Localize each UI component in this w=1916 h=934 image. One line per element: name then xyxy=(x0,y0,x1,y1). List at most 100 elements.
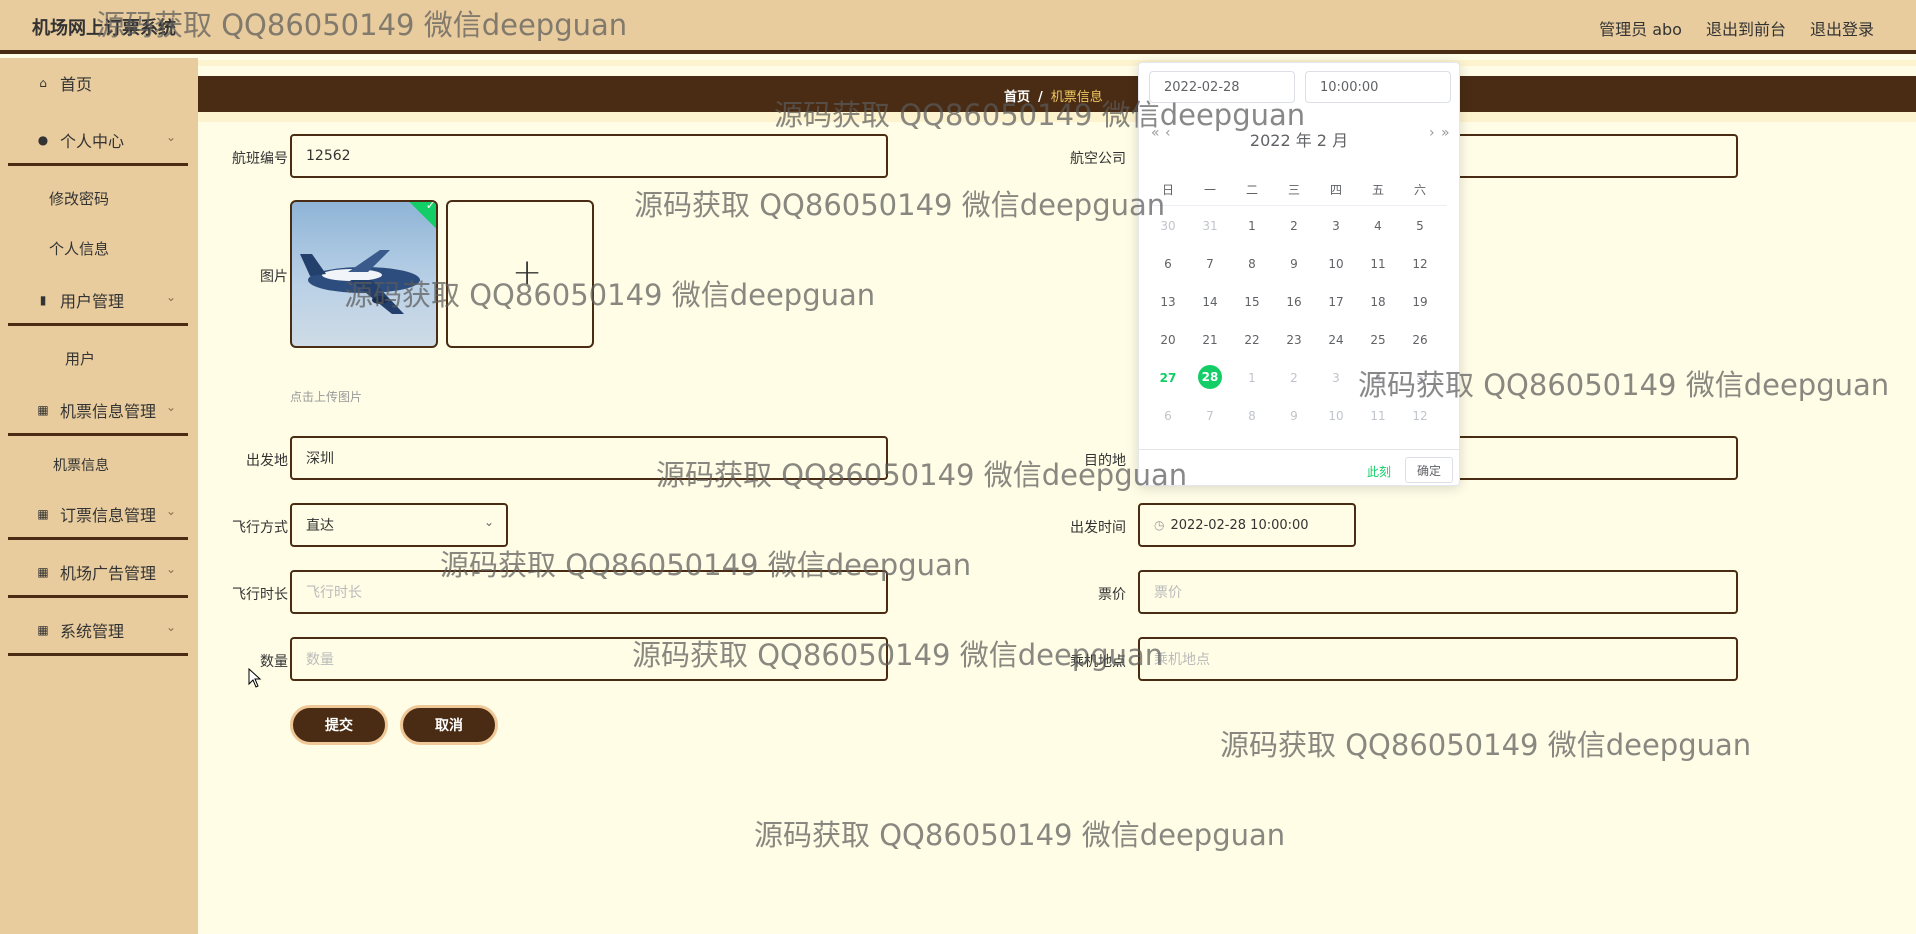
calendar-day[interactable]: 9 xyxy=(1273,409,1315,423)
calendar-day[interactable]: 3 xyxy=(1315,371,1357,385)
calendar-day[interactable]: 24 xyxy=(1315,333,1357,347)
chevron-down-icon: ⌄ xyxy=(165,130,176,144)
calendar-day[interactable]: 25 xyxy=(1357,333,1399,347)
calendar-day[interactable]: 1 xyxy=(1231,219,1273,233)
sidebar-item-ticket-mgmt[interactable]: ▦ 机票信息管理 ⌄ xyxy=(8,386,188,436)
calendar-day-label: 11 xyxy=(1370,257,1386,271)
calendar-day-label: 12 xyxy=(1412,409,1428,423)
calendar-day[interactable]: 14 xyxy=(1189,295,1231,309)
image-label: 图片 xyxy=(260,269,288,285)
calendar-day[interactable]: 6 xyxy=(1147,409,1189,423)
sidebar-item-ticket-info[interactable]: 机票信息 xyxy=(53,455,109,475)
calendar-day[interactable]: 13 xyxy=(1147,295,1189,309)
calendar-day[interactable]: 1 xyxy=(1231,371,1273,385)
sidebar-item-home[interactable]: ⌂ 首页 xyxy=(8,58,188,108)
calendar-day[interactable]: 8 xyxy=(1231,257,1273,271)
flight-no-input[interactable]: 12562 xyxy=(290,134,888,178)
quantity-input[interactable]: 数量 xyxy=(290,637,888,681)
depart-time-input[interactable]: ◷ 2022-02-28 10:00:00 xyxy=(1138,503,1356,547)
calendar-day[interactable]: 12 xyxy=(1399,257,1441,271)
calendar-day[interactable]: 10 xyxy=(1315,257,1357,271)
sidebar-item-order-mgmt[interactable]: ▦ 订票信息管理 ⌄ xyxy=(8,490,188,540)
calendar-day[interactable]: 11 xyxy=(1357,257,1399,271)
calendar-day[interactable]: 16 xyxy=(1273,295,1315,309)
calendar-day[interactable]: 3 xyxy=(1315,219,1357,233)
upload-box[interactable]: + xyxy=(446,200,594,348)
sidebar-item-label: 机场广告管理 xyxy=(60,563,157,583)
calendar-day[interactable]: 31 xyxy=(1189,219,1231,233)
picker-date-input[interactable]: 2022-02-28 xyxy=(1149,71,1295,103)
sidebar-item-label: 用户管理 xyxy=(60,291,125,311)
calendar-day[interactable]: 20 xyxy=(1147,333,1189,347)
submit-button[interactable]: 提交 xyxy=(290,705,388,745)
chevron-down-icon: ⌄ xyxy=(165,290,176,304)
calendar-day[interactable]: 23 xyxy=(1273,333,1315,347)
calendar-day[interactable]: 18 xyxy=(1357,295,1399,309)
calendar-day[interactable]: 15 xyxy=(1231,295,1273,309)
calendar-day[interactable]: 26 xyxy=(1399,333,1441,347)
calendar-day[interactable]: 22 xyxy=(1231,333,1273,347)
airplane-icon xyxy=(300,250,420,314)
sidebar-item-personal-center[interactable]: ● 个人中心 ⌄ xyxy=(8,116,188,166)
app-title: 机场网上订票系统 xyxy=(32,18,176,39)
cancel-button[interactable]: 取消 xyxy=(400,705,498,745)
calendar-day[interactable]: 9 xyxy=(1273,257,1315,271)
calendar-day[interactable]: 7 xyxy=(1189,409,1231,423)
price-input[interactable]: 票价 xyxy=(1138,570,1738,614)
sidebar-item-ad-mgmt[interactable]: ▦ 机场广告管理 ⌄ xyxy=(8,548,188,598)
next-year-icon[interactable]: » xyxy=(1441,125,1450,141)
boarding-place-input[interactable]: 乘机地点 xyxy=(1138,637,1738,681)
sidebar-item-sys-mgmt[interactable]: ▦ 系统管理 ⌄ xyxy=(8,606,188,656)
breadcrumb-home[interactable]: 首页 xyxy=(1004,90,1030,105)
calendar-day[interactable]: 8 xyxy=(1231,409,1273,423)
calendar-day-label: 10 xyxy=(1328,409,1344,423)
calendar-day[interactable]: 21 xyxy=(1189,333,1231,347)
calendar-day-label: 8 xyxy=(1248,257,1256,271)
now-button[interactable]: 此刻 xyxy=(1367,463,1391,480)
calendar-day[interactable]: 4 xyxy=(1357,371,1399,385)
weekday-label: 日 xyxy=(1161,183,1174,197)
depart-time-label: 出发时间 xyxy=(1070,520,1126,536)
departure-input[interactable]: 深圳 xyxy=(290,436,888,480)
calendar-day[interactable]: 30 xyxy=(1147,219,1189,233)
calendar-day[interactable]: 7 xyxy=(1189,257,1231,271)
calendar-day[interactable]: 4 xyxy=(1357,219,1399,233)
breadcrumb: 首页 / 机票信息 xyxy=(1004,86,1103,105)
calendar-day-label: 9 xyxy=(1290,409,1298,423)
divider xyxy=(198,112,1916,122)
calendar-day-label: 24 xyxy=(1328,333,1344,347)
calendar-day[interactable]: 2 xyxy=(1273,219,1315,233)
sidebar-item-user[interactable]: 用户 xyxy=(65,348,95,369)
calendar-day[interactable]: 5 xyxy=(1399,371,1441,385)
picker-time-input[interactable]: 10:00:00 xyxy=(1305,71,1451,103)
sidebar: ⌂ 首页 ● 个人中心 ⌄ 修改密码 个人信息 ▮ 用户管理 ⌄ 用户 ▦ 机票… xyxy=(0,58,198,934)
calendar-day[interactable]: 5 xyxy=(1399,219,1441,233)
calendar-day[interactable]: 10 xyxy=(1315,409,1357,423)
duration-label: 飞行时长 xyxy=(232,587,288,603)
calendar-day-label: 17 xyxy=(1328,295,1344,309)
calendar-day[interactable]: 27 xyxy=(1147,371,1189,385)
calendar-day[interactable]: 28 xyxy=(1189,365,1231,389)
uploaded-image[interactable]: ✓ xyxy=(290,200,438,348)
next-month-icon[interactable]: › xyxy=(1429,125,1435,141)
logout-link[interactable]: 退出登录 xyxy=(1810,16,1874,40)
calendar-day[interactable]: 19 xyxy=(1399,295,1441,309)
calendar-day[interactable]: 6 xyxy=(1147,257,1189,271)
calendar-day[interactable]: 11 xyxy=(1357,409,1399,423)
confirm-button[interactable]: 确定 xyxy=(1405,457,1453,483)
duration-input[interactable]: 飞行时长 xyxy=(290,570,888,614)
weekday-label: 一 xyxy=(1203,183,1216,197)
sidebar-item-change-password[interactable]: 修改密码 xyxy=(49,188,109,209)
price-label: 票价 xyxy=(1098,587,1126,603)
sidebar-item-personal-info[interactable]: 个人信息 xyxy=(49,238,109,259)
calendar-day[interactable]: 17 xyxy=(1315,295,1357,309)
calendar-day[interactable]: 2 xyxy=(1273,371,1315,385)
sidebar-item-user-mgmt[interactable]: ▮ 用户管理 ⌄ xyxy=(8,276,188,326)
front-link[interactable]: 退出到前台 xyxy=(1706,16,1786,40)
calendar-day[interactable]: 12 xyxy=(1399,409,1441,423)
flight-mode-select[interactable]: 直达 ⌄ xyxy=(290,503,508,547)
calendar-day-label: 7 xyxy=(1206,257,1214,271)
calendar-day-label: 1 xyxy=(1248,371,1256,385)
user-label: 管理员 abo xyxy=(1599,20,1682,39)
top-links: 管理员 abo 退出到前台 退出登录 xyxy=(1599,16,1874,40)
